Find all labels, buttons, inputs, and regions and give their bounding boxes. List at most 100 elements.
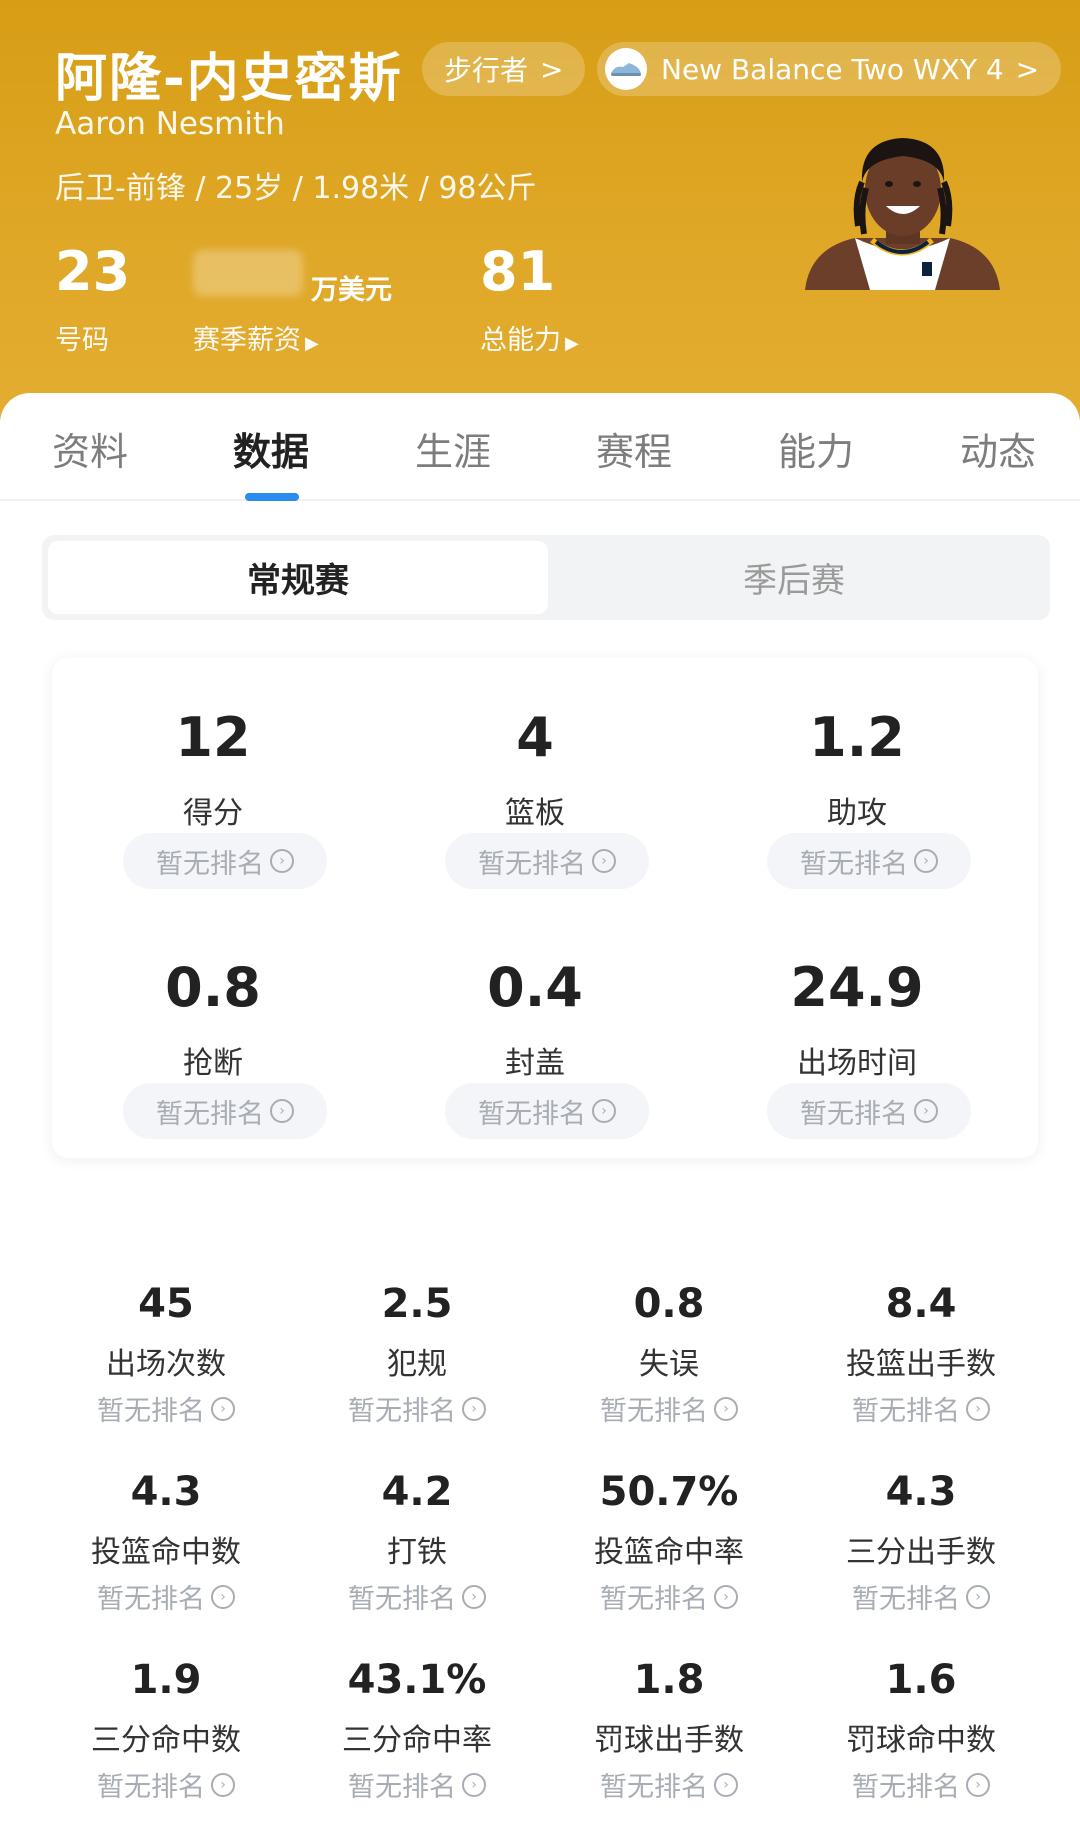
chevron-right-circle-icon: ›	[270, 1099, 294, 1123]
main-stat-cell: 1.2 助攻 暂无排名 ›	[696, 658, 1018, 898]
rank-label: 暂无排名	[156, 1098, 264, 1130]
rank-link[interactable]: 暂无排名 ›	[40, 1577, 292, 1616]
active-tab-indicator	[245, 493, 299, 501]
secondary-stat-value: 1.8	[633, 1657, 705, 1703]
secondary-stat-value: 45	[138, 1281, 194, 1327]
player-header: 阿隆-内史密斯 步行者 > New Balance Two WXY 4 > Aa…	[0, 0, 1080, 420]
rank-label: 暂无排名	[852, 1772, 960, 1803]
rank-button[interactable]: 暂无排名 ›	[767, 1083, 971, 1139]
secondary-stat-label: 三分命中率	[342, 1723, 492, 1758]
secondary-stat-label: 投篮出手数	[846, 1347, 996, 1382]
player-meta: 后卫-前锋 / 25岁 / 1.98米 / 98公斤	[55, 171, 537, 206]
main-stat-value: 4	[516, 706, 554, 769]
secondary-stat-value: 4.3	[885, 1469, 957, 1515]
rank-link[interactable]: 暂无排名 ›	[40, 1765, 292, 1804]
salary-unit: 万美元	[311, 275, 392, 306]
shoe-pill-button[interactable]: New Balance Two WXY 4 >	[597, 42, 1062, 96]
chevron-right-circle-icon: ›	[462, 1396, 486, 1421]
rank-label: 暂无排名	[800, 848, 908, 880]
rank-label: 暂无排名	[600, 1772, 708, 1803]
secondary-stat-label: 罚球命中数	[846, 1723, 996, 1758]
rank-link[interactable]: 暂无排名 ›	[291, 1577, 543, 1616]
secondary-stat-cell: 1.9 三分命中数暂无排名 ›	[40, 1657, 292, 1823]
rank-label: 暂无排名	[348, 1396, 456, 1427]
secondary-stat-cell: 4.3 三分出手数暂无排名 ›	[795, 1469, 1047, 1649]
rank-link[interactable]: 暂无排名 ›	[543, 1577, 795, 1616]
secondary-stat-label: 罚球出手数	[594, 1723, 744, 1758]
salary-link[interactable]: 赛季薪资 ▶	[193, 318, 319, 357]
rank-link[interactable]: 暂无排名 ›	[40, 1389, 292, 1428]
main-stat-cell: 0.4 封盖 暂无排名 ›	[374, 908, 696, 1148]
rank-label: 暂无排名	[852, 1396, 960, 1427]
jersey-number: 23	[55, 240, 131, 303]
rank-button[interactable]: 暂无排名 ›	[767, 833, 971, 889]
chevron-right-icon: >	[540, 52, 564, 86]
secondary-stat-cell: 8.4 投篮出手数 暂无排名 ›	[795, 1281, 1047, 1461]
chevron-right-circle-icon: ›	[211, 1396, 235, 1421]
team-pill-button[interactable]: 步行者 >	[422, 42, 586, 96]
main-stat-label: 出场时间	[797, 1046, 917, 1081]
tab-bar: 资料 数据 生涯 赛程 能力 动态	[0, 393, 1080, 501]
secondary-stat-cell: 2.5 犯规 暂无排名 ›	[291, 1281, 543, 1461]
chevron-right-circle-icon: ›	[714, 1772, 738, 1797]
tab-news[interactable]: 动态	[960, 421, 1036, 476]
secondary-stat-label: 犯规	[387, 1347, 447, 1382]
rank-label: 暂无排名	[800, 1098, 908, 1130]
secondary-stat-value: 4.3	[130, 1469, 202, 1515]
salary-label: 赛季薪资	[193, 325, 301, 356]
main-stat-label: 得分	[183, 796, 243, 831]
secondary-stat-value: 0.8	[633, 1281, 705, 1327]
rank-link[interactable]: 暂无排名 ›	[795, 1389, 1047, 1428]
chevron-right-icon: >	[1015, 52, 1040, 86]
tab-career[interactable]: 生涯	[415, 421, 491, 476]
shoe-icon	[605, 48, 647, 90]
main-stat-value: 24.9	[790, 956, 924, 1019]
rank-link[interactable]: 暂无排名 ›	[291, 1765, 543, 1804]
secondary-stat-label: 三分命中数	[91, 1723, 241, 1758]
tab-schedule[interactable]: 赛程	[596, 421, 672, 476]
tab-profile[interactable]: 资料	[52, 421, 128, 476]
salary-value-blurred	[193, 250, 303, 296]
team-pill-label: 步行者	[444, 54, 529, 87]
chevron-right-circle-icon: ›	[211, 1584, 235, 1609]
rank-button[interactable]: 暂无排名 ›	[445, 1083, 649, 1139]
jersey-number-label: 号码	[55, 325, 109, 356]
playoffs-button[interactable]: 季后赛	[544, 541, 1044, 614]
regular-season-button[interactable]: 常规赛	[48, 541, 548, 614]
secondary-stat-label: 投篮命中数	[91, 1535, 241, 1570]
secondary-stat-cell: 0.8 失误 暂无排名 ›	[543, 1281, 795, 1461]
rank-button[interactable]: 暂无排名 ›	[123, 1083, 327, 1139]
tab-stats[interactable]: 数据	[233, 421, 309, 476]
rank-link[interactable]: 暂无排名 ›	[795, 1765, 1047, 1804]
rank-label: 暂无排名	[97, 1772, 205, 1803]
overall-label: 总能力	[480, 325, 561, 356]
rank-button[interactable]: 暂无排名 ›	[445, 833, 649, 889]
overall-rating: 81	[480, 240, 556, 303]
secondary-stat-cell: 4.2 打铁 暂无排名 ›	[291, 1469, 543, 1649]
main-stat-label: 助攻	[827, 796, 887, 831]
rank-label: 暂无排名	[852, 1584, 960, 1615]
main-stat-label: 封盖	[505, 1046, 565, 1081]
tab-ability[interactable]: 能力	[778, 421, 854, 476]
chevron-right-circle-icon: ›	[966, 1772, 990, 1797]
main-stats-panel: 12 得分 暂无排名 › 4 篮板 暂无排名 › 1.2 助攻 暂无排名 › 0.8 抢断 暂无排名 › 0.4…	[52, 658, 1038, 1158]
rank-link[interactable]: 暂无排名 ›	[795, 1577, 1047, 1616]
secondary-stat-cell: 50.7% 投篮命中率 暂无排名 ›	[543, 1469, 795, 1649]
chevron-right-circle-icon: ›	[714, 1396, 738, 1421]
player-name-en: Aaron Nesmith	[55, 106, 285, 142]
rank-button[interactable]: 暂无排名 ›	[123, 833, 327, 889]
secondary-stat-value: 1.9	[130, 1657, 202, 1703]
season-toggle: 常规赛 季后赛	[42, 535, 1050, 620]
rank-label: 暂无排名	[97, 1584, 205, 1615]
chevron-right-circle-icon: ›	[462, 1772, 486, 1797]
main-stat-value: 1.2	[809, 706, 905, 769]
rank-link[interactable]: 暂无排名 ›	[291, 1389, 543, 1428]
rank-link[interactable]: 暂无排名 ›	[543, 1765, 795, 1804]
rank-link[interactable]: 暂无排名 ›	[543, 1389, 795, 1428]
secondary-stat-label: 打铁	[387, 1535, 447, 1570]
secondary-stat-label: 三分出手数	[846, 1535, 996, 1570]
overall-link[interactable]: 总能力 ▶	[480, 318, 579, 357]
secondary-stat-label: 出场次数	[106, 1347, 226, 1382]
main-stat-cell: 12 得分 暂无排名 ›	[52, 658, 374, 898]
chevron-right-circle-icon: ›	[592, 849, 616, 873]
